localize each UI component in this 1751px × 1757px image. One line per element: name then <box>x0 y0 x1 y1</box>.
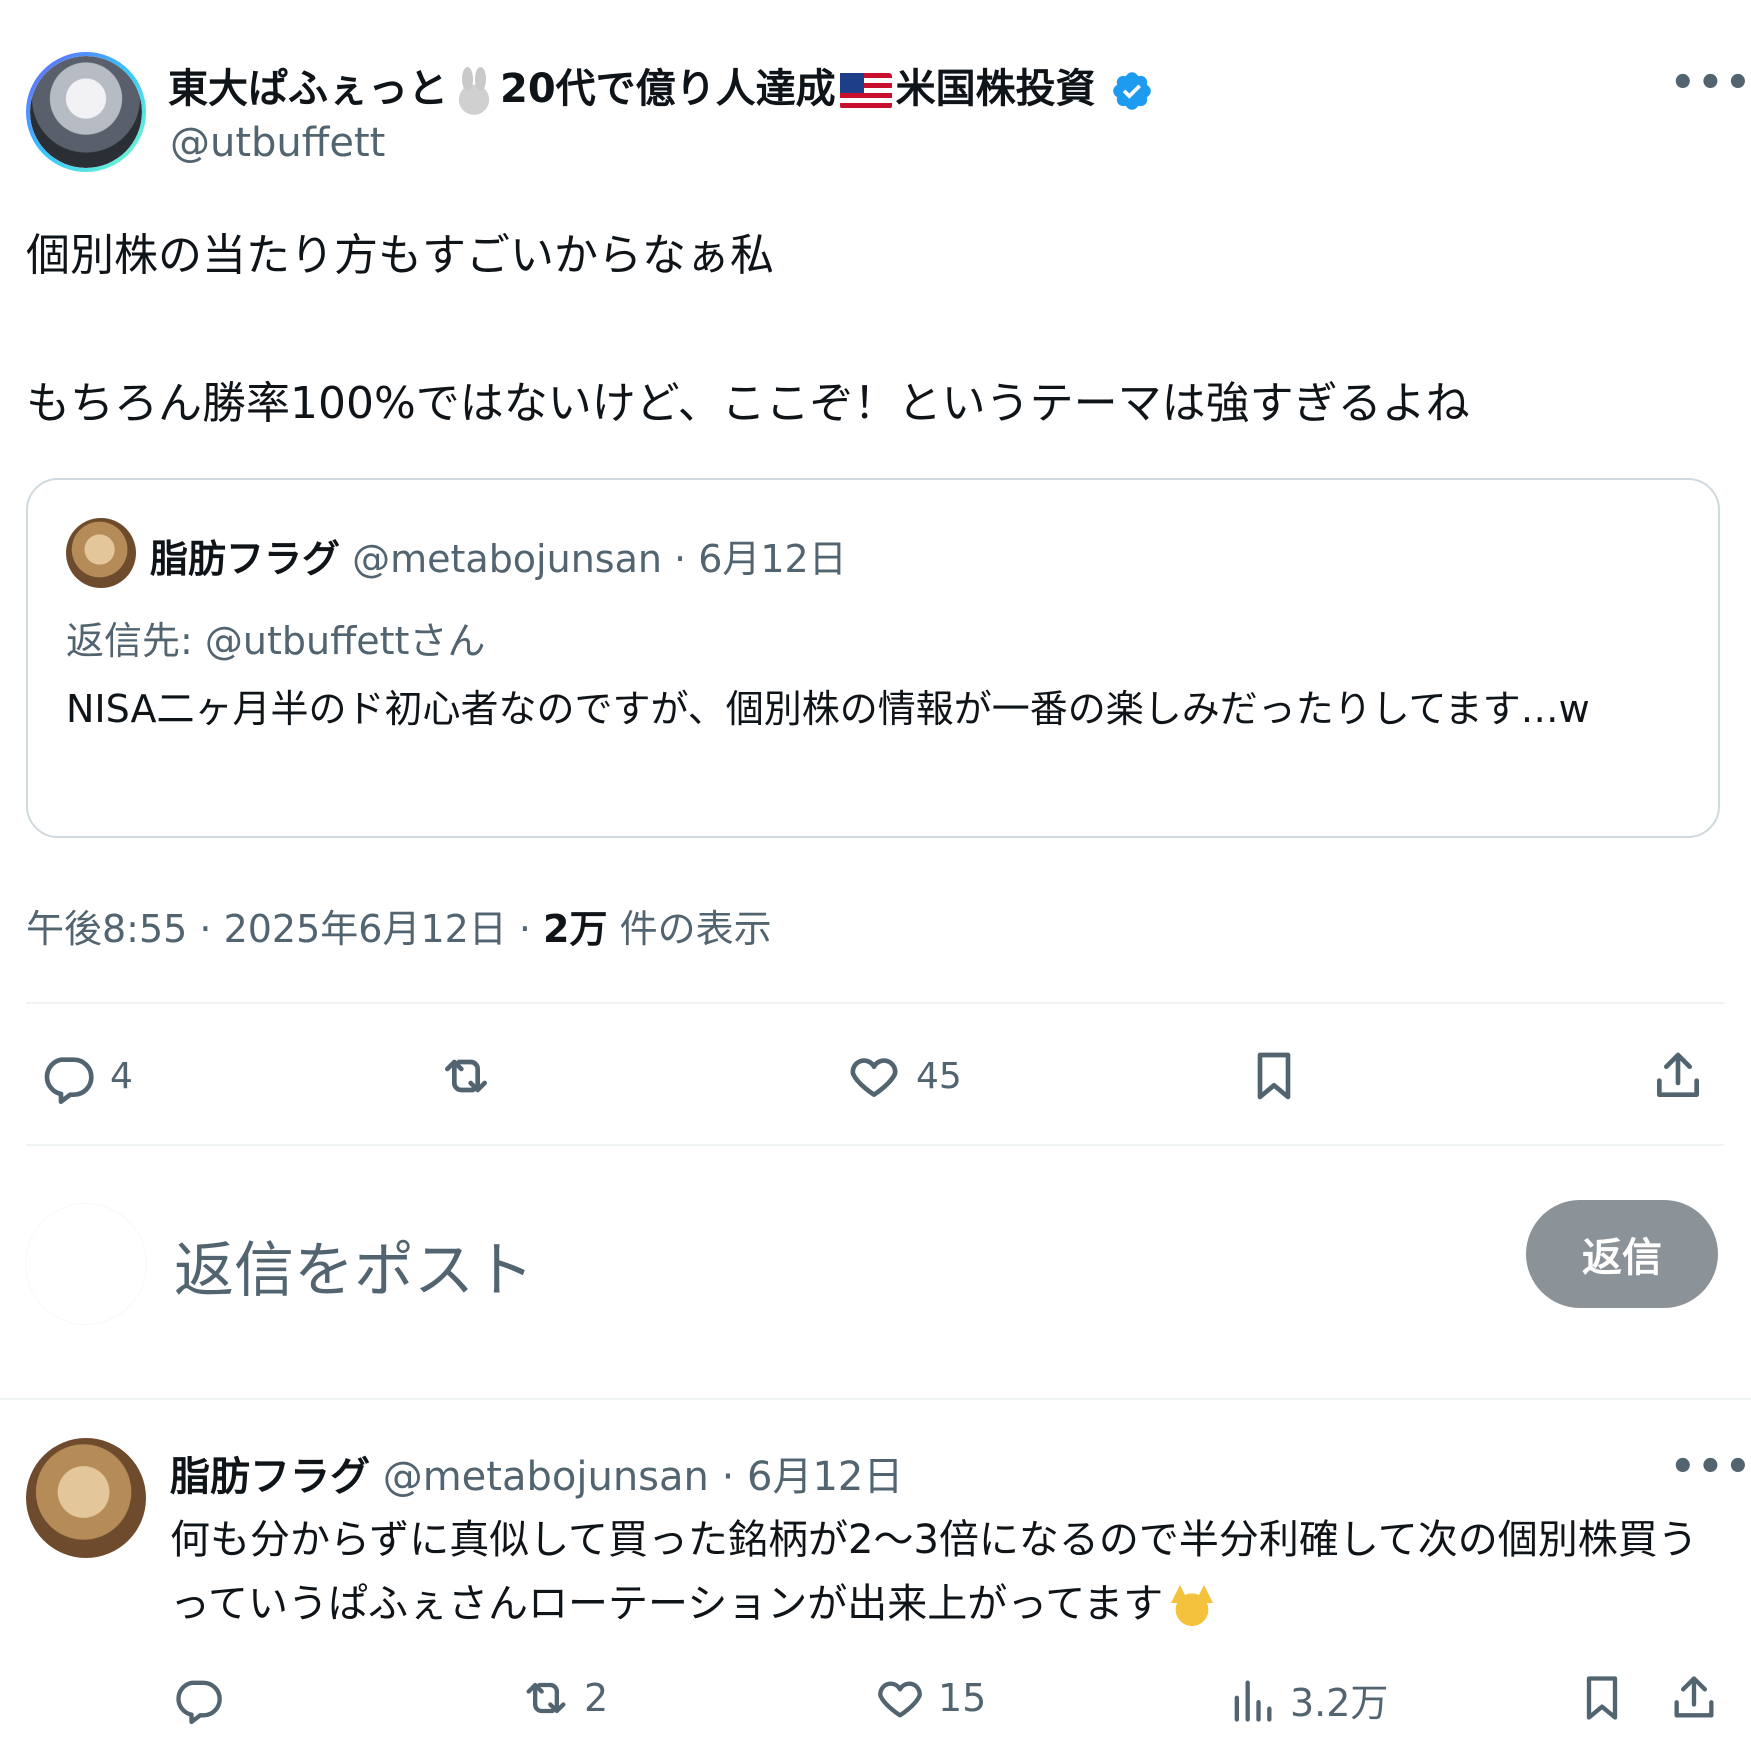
reply-header: 脂肪フラグ @metabojunsan · 6月12日 <box>170 1444 903 1502</box>
reply-views-button[interactable]: 3.2万 <box>1226 1672 1388 1727</box>
reply-share-button[interactable] <box>1668 1672 1720 1724</box>
retweet-button[interactable] <box>438 1048 494 1104</box>
avatar-main[interactable] <box>26 52 146 172</box>
reply-text: 何も分からずに真似して買った銘柄が2〜3倍になるので半分利確して次の個別株買うっ… <box>170 1517 1698 1627</box>
quoted-avatar <box>66 518 136 588</box>
heart-icon <box>878 1681 922 1718</box>
analytics-icon <box>1234 1680 1272 1722</box>
reply-icon <box>44 1057 94 1104</box>
retweet-icon <box>445 1059 487 1093</box>
share-button[interactable] <box>1650 1048 1706 1104</box>
retweet-icon <box>526 1682 566 1714</box>
divider-top <box>26 1002 1724 1004</box>
reply-like-button[interactable]: 15 <box>874 1672 986 1724</box>
bookmark-button[interactable] <box>1246 1048 1302 1104</box>
reply-button[interactable]: 4 <box>40 1048 133 1104</box>
main-post-line1: 個別株の当たり方もすごいからなぁ私 <box>26 230 774 281</box>
like-button[interactable]: 45 <box>846 1048 962 1104</box>
heart-icon <box>850 1058 898 1097</box>
reply-reply-button[interactable] <box>172 1672 224 1724</box>
section-divider <box>0 1398 1751 1400</box>
main-name-part3: 米国株投資 <box>895 66 1096 112</box>
cat-emoji-icon <box>1167 1583 1218 1629</box>
reply-input[interactable]: 返信をポスト <box>174 1222 534 1309</box>
post-timestamp: 午後8:55 · 2025年6月12日 · 2万 件の表示 <box>26 898 772 953</box>
reply-retweet-button[interactable]: 2 <box>520 1672 608 1724</box>
main-display-name[interactable]: 東大ぱふぇっと 20代で億り人達成 米国株投資 <box>168 56 1154 115</box>
main-post-line2: もちろん勝率100%ではないけど、ここぞ！というテーマは強すぎるよね <box>26 378 1470 429</box>
main-handle[interactable]: @utbuffett <box>170 120 385 166</box>
timestamp-text: 午後8:55 · 2025年6月12日 · <box>26 907 544 951</box>
share-icon <box>1657 1052 1699 1097</box>
like-count: 45 <box>916 1055 962 1097</box>
reply-submit-button[interactable]: 返信 <box>1526 1200 1718 1308</box>
rabbit-emoji-icon <box>452 67 496 115</box>
views-count: 2万 <box>543 907 608 951</box>
share-icon <box>1674 1676 1714 1718</box>
reply-count: 4 <box>110 1055 133 1097</box>
reply-view-count: 3.2万 <box>1290 1681 1389 1725</box>
reply-bookmark-button[interactable] <box>1576 1672 1628 1724</box>
us-flag-emoji-icon <box>839 73 892 109</box>
reply-retweet-count: 2 <box>584 1676 609 1720</box>
composer-avatar <box>26 1204 146 1324</box>
verified-badge-icon <box>1112 72 1151 110</box>
quoted-display-name: 脂肪フラグ <box>150 537 341 581</box>
main-name-part1: 東大ぱふぇっと <box>168 66 448 112</box>
more-options-icon[interactable]: ••• <box>1670 60 1751 106</box>
quoted-meta: @metabojunsan · 6月12日 <box>352 537 847 581</box>
bookmark-icon <box>1257 1052 1291 1100</box>
bookmark-icon <box>1586 1676 1618 1720</box>
reply-icon <box>176 1680 222 1724</box>
views-label: 件の表示 <box>607 907 772 951</box>
quoted-header: 脂肪フラグ @metabojunsan · 6月12日 <box>150 528 847 583</box>
quoted-reply-to: 返信先: @utbuffettさん <box>66 619 486 663</box>
reply-like-count: 15 <box>938 1676 987 1720</box>
divider-bottom <box>26 1144 1724 1146</box>
main-name-part2: 20代で億り人達成 <box>500 66 836 112</box>
reply-meta: @metabojunsan · 6月12日 <box>382 1454 904 1500</box>
reply-more-options-icon[interactable]: ••• <box>1670 1444 1751 1490</box>
quoted-text: NISA二ヶ月半のド初心者なのですが、個別株の情報が一番の楽しみだったりしてます… <box>66 687 1590 731</box>
reply-avatar[interactable] <box>26 1438 146 1558</box>
reply-display-name[interactable]: 脂肪フラグ <box>170 1454 370 1500</box>
reply-text-block: 何も分からずに真似して買った銘柄が2〜3倍になるので半分利確して次の個別株買うっ… <box>170 1508 1710 1636</box>
